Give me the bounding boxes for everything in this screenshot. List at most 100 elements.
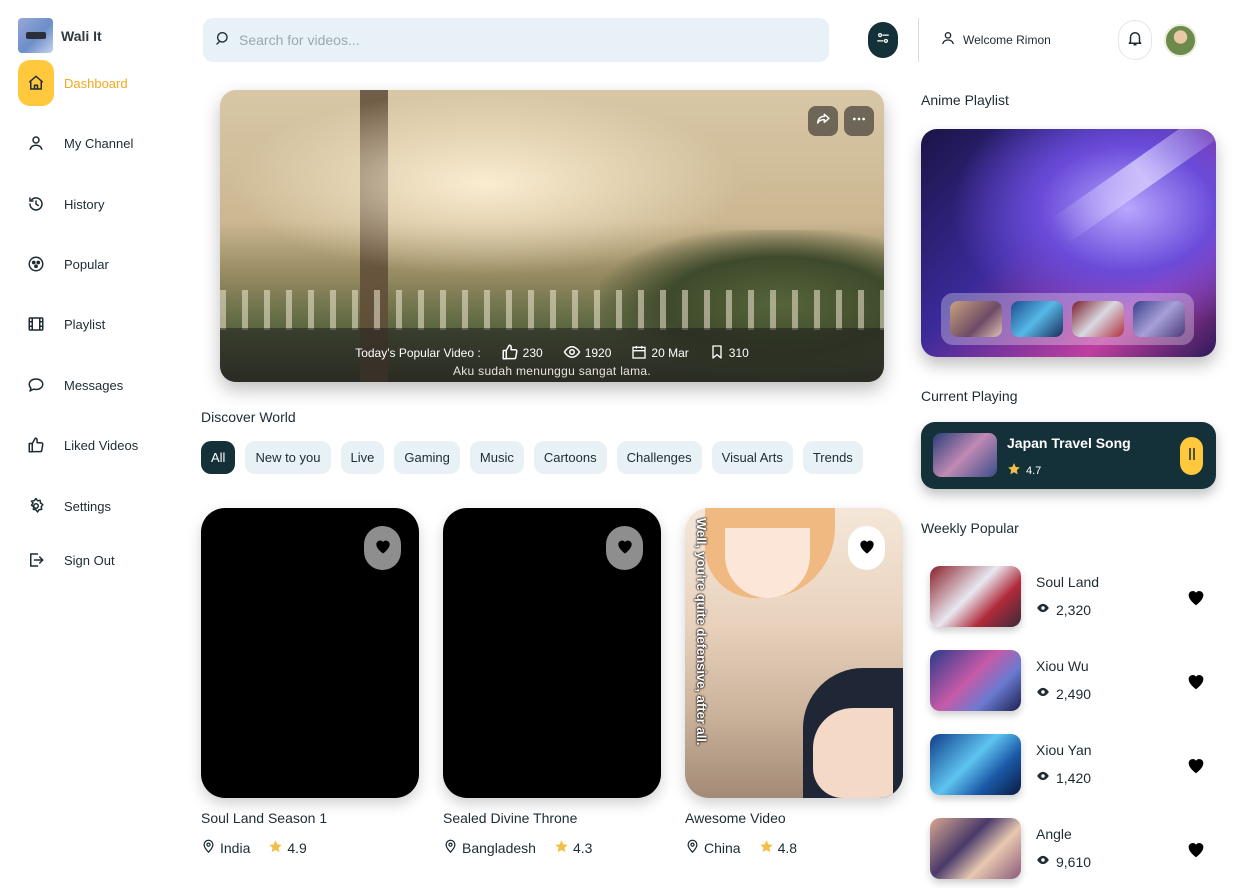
- views-count: 1920: [584, 346, 612, 360]
- weekly-item[interactable]: Xiou Yan 1,420: [930, 734, 1220, 796]
- search-icon: [215, 30, 231, 51]
- video-meta: Bangladesh 4.3: [443, 839, 592, 857]
- video-meta: India 4.9: [201, 839, 307, 857]
- likes-stat[interactable]: 230: [501, 343, 543, 364]
- search-bar: [203, 18, 829, 62]
- location-pin-icon: [443, 839, 458, 857]
- pause-icon: [1187, 447, 1197, 466]
- eye-icon: [1036, 685, 1050, 702]
- chip-visual-arts[interactable]: Visual Arts: [711, 441, 793, 474]
- video-card-thumbnail[interactable]: Well, you're quite defensive, after all.: [685, 508, 903, 798]
- sidebar-item-label: Dashboard: [64, 75, 128, 91]
- weekly-item[interactable]: Angle 9,610: [930, 818, 1220, 880]
- share-button[interactable]: [808, 106, 838, 136]
- views-stat: 1920: [563, 343, 612, 364]
- filter-icon: [876, 31, 890, 50]
- sidebar-item-popular[interactable]: Popular: [18, 241, 188, 287]
- favorite-button[interactable]: [1185, 754, 1207, 781]
- chip-music[interactable]: Music: [469, 441, 524, 474]
- rating-value: 4.8: [777, 840, 798, 856]
- hero-label: Today's Popular Video :: [355, 346, 481, 360]
- video-rating: 4.8: [759, 839, 797, 857]
- video-title[interactable]: Awesome Video: [685, 810, 786, 826]
- chip-new-to-you[interactable]: New to you: [245, 441, 331, 474]
- now-playing-card[interactable]: Japan Travel Song 4.7: [921, 422, 1216, 489]
- playlist-thumbnail[interactable]: [950, 301, 1002, 337]
- bell-icon: [1126, 29, 1144, 52]
- rating-value: 4.3: [572, 840, 593, 856]
- eye-icon: [1036, 601, 1050, 618]
- brand-logo: [18, 18, 53, 53]
- weekly-views: 9,610: [1036, 853, 1091, 870]
- location-pin-icon: [201, 839, 216, 857]
- filter-button[interactable]: [868, 22, 898, 58]
- weekly-name: Xiou Yan: [1036, 742, 1092, 758]
- sidebar-item-label: Sign Out: [64, 552, 115, 568]
- video-title[interactable]: Soul Land Season 1: [201, 810, 327, 826]
- pause-button[interactable]: [1180, 437, 1203, 475]
- calendar-icon: [631, 344, 647, 363]
- sidebar-item-liked-videos[interactable]: Liked Videos: [18, 422, 188, 468]
- sidebar-item-dashboard[interactable]: Dashboard: [18, 60, 188, 106]
- playlist-thumbnail[interactable]: [1133, 301, 1185, 337]
- sidebar-item-label: History: [64, 196, 105, 212]
- hero-scene-rail: [220, 290, 884, 330]
- favorite-button[interactable]: [1185, 670, 1207, 697]
- video-location: Bangladesh: [462, 840, 536, 856]
- sidebar-item-messages[interactable]: Messages: [18, 362, 188, 408]
- sidebar-item-sign-out[interactable]: Sign Out: [18, 537, 188, 583]
- favorite-button[interactable]: [606, 526, 643, 570]
- user-icon: [940, 30, 956, 49]
- favorite-button[interactable]: [848, 526, 885, 570]
- sidebar-item-history[interactable]: History: [18, 181, 188, 227]
- weekly-item[interactable]: Xiou Wu 2,490: [930, 650, 1220, 712]
- now-playing-song: Japan Travel Song: [1007, 435, 1131, 451]
- weekly-views: 1,420: [1036, 769, 1091, 786]
- favorite-button[interactable]: [1185, 838, 1207, 865]
- message-icon: [18, 362, 54, 408]
- avatar[interactable]: [1164, 24, 1197, 57]
- sidebar-item-label: Playlist: [64, 316, 106, 332]
- sidebar-item-settings[interactable]: Settings: [18, 483, 188, 529]
- more-icon: [851, 111, 867, 132]
- video-card-thumbnail[interactable]: [201, 508, 419, 798]
- more-button[interactable]: [844, 106, 874, 136]
- video-title[interactable]: Sealed Divine Throne: [443, 810, 577, 826]
- sidebar-item-my-channel[interactable]: My Channel: [18, 120, 188, 166]
- saves-count: 310: [728, 346, 749, 360]
- weekly-views: 2,490: [1036, 685, 1091, 702]
- weekly-item[interactable]: Soul Land 2,320: [930, 566, 1220, 628]
- heart-icon: [857, 536, 877, 561]
- playlist-thumbnail[interactable]: [1011, 301, 1063, 337]
- favorite-button[interactable]: [364, 526, 401, 570]
- gear-icon: [18, 483, 54, 529]
- search-input[interactable]: [239, 32, 799, 48]
- chip-cartoons[interactable]: Cartoons: [533, 441, 607, 474]
- bookmark-icon: [709, 344, 725, 363]
- chip-challenges[interactable]: Challenges: [616, 441, 702, 474]
- anime-playlist-cover[interactable]: [921, 129, 1216, 357]
- discover-title: Discover World: [201, 409, 296, 425]
- category-chips: All New to you Live Gaming Music Cartoon…: [201, 441, 863, 474]
- hero-actions: [808, 106, 874, 136]
- sidebar-item-playlist[interactable]: Playlist: [18, 301, 188, 347]
- favorite-button[interactable]: [1185, 586, 1207, 613]
- welcome-user[interactable]: Welcome Rimon: [940, 30, 1051, 49]
- heart-icon: [1185, 843, 1207, 864]
- saves-stat[interactable]: 310: [709, 344, 749, 363]
- playlist-thumbnail[interactable]: [1072, 301, 1124, 337]
- chip-gaming[interactable]: Gaming: [394, 441, 460, 474]
- heart-icon: [373, 536, 393, 561]
- weekly-thumbnail: [930, 566, 1021, 627]
- notifications-button[interactable]: [1118, 20, 1152, 60]
- chip-live[interactable]: Live: [340, 441, 385, 474]
- star-icon: [268, 839, 283, 857]
- brand[interactable]: Wali It: [18, 18, 102, 53]
- cover-art: [1050, 129, 1216, 244]
- hero-video[interactable]: Today's Popular Video : 230 1920 20 Mar …: [220, 90, 884, 382]
- chip-all[interactable]: All: [201, 441, 236, 474]
- chip-trends[interactable]: Trends: [802, 441, 863, 474]
- heart-icon: [1185, 759, 1207, 780]
- sidebar: Wali It Dashboard My Channel History Pop…: [0, 0, 190, 888]
- video-card-thumbnail[interactable]: [443, 508, 661, 798]
